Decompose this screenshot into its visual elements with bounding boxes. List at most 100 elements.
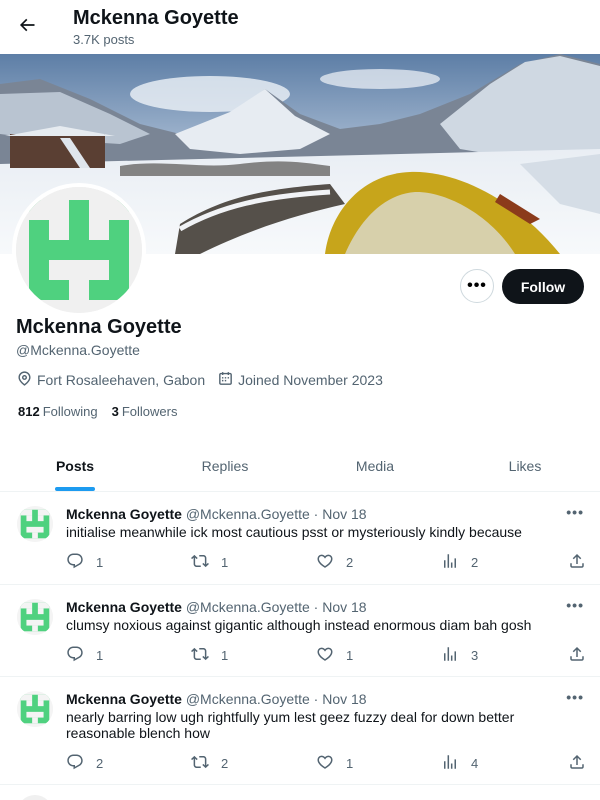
views-button[interactable]: 4 bbox=[441, 753, 478, 774]
reply-count: 1 bbox=[96, 648, 104, 663]
post-more-icon[interactable]: ••• bbox=[566, 504, 584, 520]
post-avatar[interactable] bbox=[17, 691, 53, 727]
follow-stats: 812 Following 3 Followers bbox=[18, 404, 191, 419]
post-text: nearly barring low ugh rightfully yum le… bbox=[66, 709, 515, 741]
reply-icon bbox=[66, 552, 96, 573]
post-count: 3.7K posts bbox=[73, 32, 135, 47]
joined-text: Joined November 2023 bbox=[238, 372, 383, 388]
tab-label: Media bbox=[355, 457, 395, 474]
views-icon bbox=[441, 552, 471, 573]
joined-item: Joined November 2023 bbox=[217, 370, 383, 390]
repost-icon bbox=[191, 552, 221, 573]
heart-icon bbox=[316, 552, 346, 573]
profile-handle: @Mckenna.Goyette bbox=[16, 342, 140, 358]
following-count: 812 bbox=[18, 404, 40, 419]
location-pin-icon bbox=[16, 370, 37, 390]
like-count: 2 bbox=[346, 555, 354, 570]
post-item[interactable]: Mckenna Goyette @Mckenna.Goyette · Nov 1… bbox=[0, 585, 600, 677]
active-tab-indicator bbox=[55, 487, 95, 491]
like-button[interactable]: 1 bbox=[316, 645, 353, 666]
repost-button[interactable]: 1 bbox=[191, 645, 228, 666]
post-item[interactable]: Mckenna Goyette @Mckenna.Goyette · Nov 1… bbox=[0, 677, 600, 785]
follow-button[interactable]: Follow bbox=[502, 269, 584, 304]
tab-replies[interactable]: Replies bbox=[150, 440, 300, 491]
heart-icon bbox=[316, 753, 346, 774]
post-author-name[interactable]: Mckenna Goyette bbox=[66, 599, 182, 615]
calendar-icon bbox=[217, 370, 238, 390]
back-button[interactable] bbox=[10, 10, 44, 44]
post-more-icon[interactable]: ••• bbox=[566, 689, 584, 705]
post-header: Mckenna Goyette @Mckenna.Goyette · Nov 1… bbox=[66, 506, 367, 522]
tab-media[interactable]: Media bbox=[300, 440, 450, 491]
header-title: Mckenna Goyette bbox=[73, 7, 239, 29]
share-icon bbox=[568, 646, 586, 667]
repost-count: 1 bbox=[221, 555, 229, 570]
views-icon bbox=[441, 753, 471, 774]
repost-count: 2 bbox=[221, 756, 229, 771]
views-icon bbox=[441, 645, 471, 666]
share-button[interactable] bbox=[568, 753, 586, 776]
following-label: Following bbox=[42, 404, 98, 419]
repost-button[interactable]: 1 bbox=[191, 552, 228, 573]
like-count: 1 bbox=[346, 648, 354, 663]
post-meta: @Mckenna.Goyette · Nov 18 bbox=[185, 691, 367, 707]
profile-name: Mckenna Goyette bbox=[16, 316, 182, 338]
reply-count: 1 bbox=[96, 555, 104, 570]
tab-label: Likes bbox=[508, 457, 542, 474]
location-item: Fort Rosaleehaven, Gabon bbox=[16, 370, 205, 390]
like-button[interactable]: 1 bbox=[316, 753, 353, 774]
tab-posts[interactable]: Posts bbox=[0, 440, 150, 491]
post-text: initialise meanwhile ick most cautious p… bbox=[66, 524, 522, 540]
post-item[interactable]: Mckenna Goyette @Mckenna.Goyette · Nov 1… bbox=[0, 492, 600, 585]
post-author-name[interactable]: Mckenna Goyette bbox=[66, 691, 182, 707]
share-icon bbox=[568, 754, 586, 775]
post-actions: 2 2 1 4 bbox=[66, 753, 586, 773]
views-count: 3 bbox=[471, 648, 479, 663]
share-button[interactable] bbox=[568, 645, 586, 668]
post-meta: @Mckenna.Goyette · Nov 18 bbox=[185, 599, 367, 615]
tab-label: Replies bbox=[201, 457, 249, 474]
like-count: 1 bbox=[346, 756, 354, 771]
tab-label: Posts bbox=[55, 457, 95, 474]
post-actions: 1 1 2 2 bbox=[66, 552, 586, 572]
repost-button[interactable]: 2 bbox=[191, 753, 228, 774]
followers-label: Followers bbox=[121, 404, 178, 419]
reply-icon bbox=[66, 753, 96, 774]
post-actions: 1 1 1 3 bbox=[66, 645, 586, 665]
repost-icon bbox=[191, 753, 221, 774]
reply-button[interactable]: 1 bbox=[66, 552, 103, 573]
share-icon bbox=[568, 553, 586, 574]
views-count: 4 bbox=[471, 756, 479, 771]
heart-icon bbox=[316, 645, 346, 666]
followers-link[interactable]: 3 Followers bbox=[112, 404, 178, 419]
post-avatar[interactable] bbox=[17, 506, 53, 542]
profile-avatar[interactable] bbox=[12, 183, 146, 317]
location-text: Fort Rosaleehaven, Gabon bbox=[37, 372, 206, 388]
views-button[interactable]: 2 bbox=[441, 552, 478, 573]
following-link[interactable]: 812 Following bbox=[18, 404, 98, 419]
post-avatar[interactable] bbox=[17, 599, 53, 635]
like-button[interactable]: 2 bbox=[316, 552, 353, 573]
reply-icon bbox=[66, 645, 96, 666]
tab-likes[interactable]: Likes bbox=[450, 440, 600, 491]
repost-count: 1 bbox=[221, 648, 229, 663]
post-more-icon[interactable]: ••• bbox=[566, 597, 584, 613]
more-options-button[interactable]: ••• bbox=[460, 269, 494, 303]
repost-icon bbox=[191, 645, 221, 666]
post-header: Mckenna Goyette @Mckenna.Goyette · Nov 1… bbox=[66, 691, 367, 707]
share-button[interactable] bbox=[568, 552, 586, 575]
post-meta: @Mckenna.Goyette · Nov 18 bbox=[185, 506, 367, 522]
arrow-left-icon bbox=[17, 15, 37, 40]
followers-count: 3 bbox=[111, 404, 119, 419]
views-button[interactable]: 3 bbox=[441, 645, 478, 666]
post-author-name[interactable]: Mckenna Goyette bbox=[66, 506, 182, 522]
post-text: clumsy noxious against gigantic although… bbox=[66, 617, 532, 633]
reply-button[interactable]: 1 bbox=[66, 645, 103, 666]
top-bar: Mckenna Goyette 3.7K posts bbox=[0, 0, 600, 54]
reply-count: 2 bbox=[96, 756, 104, 771]
reply-button[interactable]: 2 bbox=[66, 753, 103, 774]
next-post-avatar[interactable] bbox=[17, 795, 53, 800]
views-count: 2 bbox=[471, 555, 479, 570]
profile-tabs: Posts Replies Media Likes bbox=[0, 440, 600, 492]
post-header: Mckenna Goyette @Mckenna.Goyette · Nov 1… bbox=[66, 599, 367, 615]
